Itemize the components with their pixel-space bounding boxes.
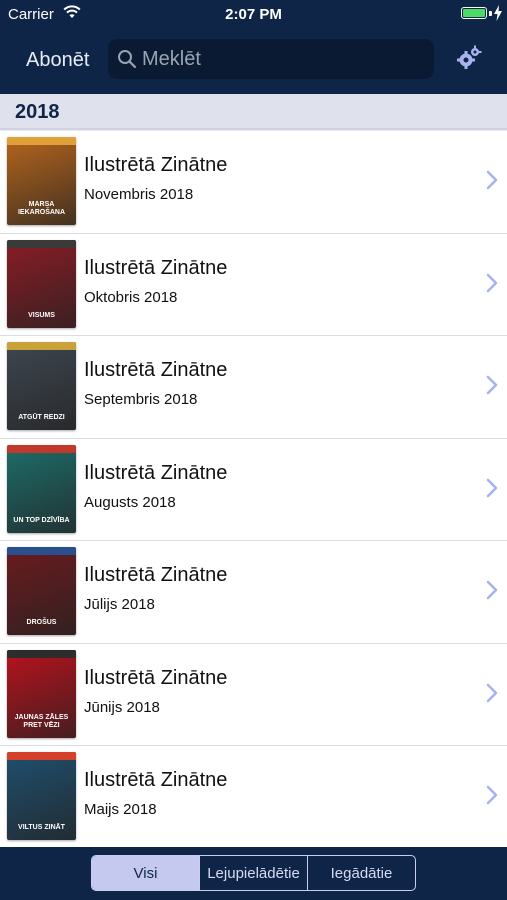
cover-band <box>7 547 76 555</box>
search-icon <box>118 50 137 69</box>
cover-headline: ATGŪT REDZI <box>18 414 65 421</box>
issue-title: Ilustrētā Zinātne <box>84 154 228 176</box>
issue-row[interactable]: UN TOP DZĪVĪBA Ilustrētā Zinātne Augusts… <box>0 438 507 541</box>
magazine-cover: VILTUS ZINĀT <box>7 752 76 840</box>
issue-row[interactable]: VILTUS ZINĀT Ilustrētā Zinātne Maijs 201… <box>0 746 507 849</box>
chevron-right-icon <box>486 580 498 600</box>
issue-row[interactable]: ATGŪT REDZI Ilustrētā Zinātne Septembris… <box>0 336 507 439</box>
filter-segmented-control: Visi Lejupielādētie Iegādātie <box>91 855 416 891</box>
issue-date: Oktobris 2018 <box>84 288 178 306</box>
segment-0[interactable]: Visi <box>92 856 200 890</box>
magazine-cover: MARSA IEKAROŠANA <box>7 137 76 225</box>
chevron-right-icon <box>486 375 498 395</box>
magazine-cover: DROŠUS <box>7 547 76 635</box>
chevron-right-icon <box>486 273 498 292</box>
issue-title: Ilustrētā Zinātne <box>84 769 228 791</box>
magazine-cover: VISUMS <box>7 239 76 328</box>
issue-row[interactable]: VISUMS Ilustrētā Zinātne Oktobris 2018 <box>0 233 507 336</box>
bottom-bar: Visi Lejupielādētie Iegādātie <box>0 847 507 900</box>
section-title: 2018 <box>15 101 60 123</box>
issue-title: Ilustrētā Zinātne <box>84 256 228 279</box>
chevron-right-icon <box>486 170 498 190</box>
cover-band <box>7 239 76 248</box>
cover-headline: UN TOP DZĪVĪBA <box>13 516 70 524</box>
issue-date: Jūnijs 2018 <box>84 698 160 716</box>
magazine-cover: UN TOP DZĪVĪBA <box>7 444 76 533</box>
cover-headline: DROŠUS <box>26 619 57 626</box>
issue-row[interactable]: DROŠUS Ilustrētā Zinātne Jūlijs 2018 <box>0 541 507 644</box>
chevron-right-icon <box>486 478 498 497</box>
clock: 2:07 PM <box>225 6 282 23</box>
charging-bolt-icon <box>494 5 502 21</box>
cover-band <box>7 137 76 145</box>
battery-tip <box>489 11 492 16</box>
cover-band <box>7 752 76 760</box>
issue-date: Augusts 2018 <box>84 493 176 511</box>
cover-band <box>7 342 76 350</box>
battery-icon <box>461 7 487 19</box>
magazine-cover: JAUNAS ZĀLES PRET VĒZI <box>7 649 76 738</box>
issue-row[interactable]: JAUNAS ZĀLES PRET VĒZI Ilustrētā Zinātne… <box>0 643 507 746</box>
segment-1[interactable]: Lejupielādētie <box>200 856 308 890</box>
issue-date: Jūlijs 2018 <box>84 596 155 613</box>
issue-row[interactable]: MARSA IEKAROŠANA Ilustrētā Zinātne Novem… <box>0 131 507 234</box>
nav-bar: Abonēt <box>0 28 507 94</box>
search-bar[interactable] <box>108 39 434 79</box>
segment-2[interactable]: Iegādātie <box>308 856 415 890</box>
subscribe-button[interactable]: Abonēt <box>26 49 89 72</box>
cover-headline: MARSA IEKAROŠANA <box>17 201 66 216</box>
section-header: 2018 <box>0 94 507 130</box>
issue-date: Maijs 2018 <box>84 801 157 818</box>
cover-band <box>7 444 76 453</box>
search-input[interactable] <box>142 39 422 79</box>
cover-headline: JAUNAS ZĀLES PRET VĒZI <box>14 713 69 729</box>
cover-headline: VISUMS <box>28 311 55 319</box>
issue-title: Ilustrētā Zinātne <box>84 359 228 381</box>
cover-headline: VILTUS ZINĀT <box>18 824 65 831</box>
issue-title: Ilustrētā Zinātne <box>84 461 228 484</box>
chevron-right-icon <box>486 785 498 805</box>
issue-title: Ilustrētā Zinātne <box>84 564 228 586</box>
magazine-cover: ATGŪT REDZI <box>7 342 76 430</box>
cover-band <box>7 649 76 658</box>
issue-title: Ilustrētā Zinātne <box>84 666 228 689</box>
gear-icon[interactable] <box>456 45 482 71</box>
chevron-right-icon <box>486 683 498 702</box>
issue-date: Septembris 2018 <box>84 391 198 408</box>
issue-list: MARSA IEKAROŠANA Ilustrētā Zinātne Novem… <box>0 131 507 849</box>
issue-date: Novembris 2018 <box>84 186 194 203</box>
status-bar: Carrier 2:07 PM <box>0 0 507 28</box>
